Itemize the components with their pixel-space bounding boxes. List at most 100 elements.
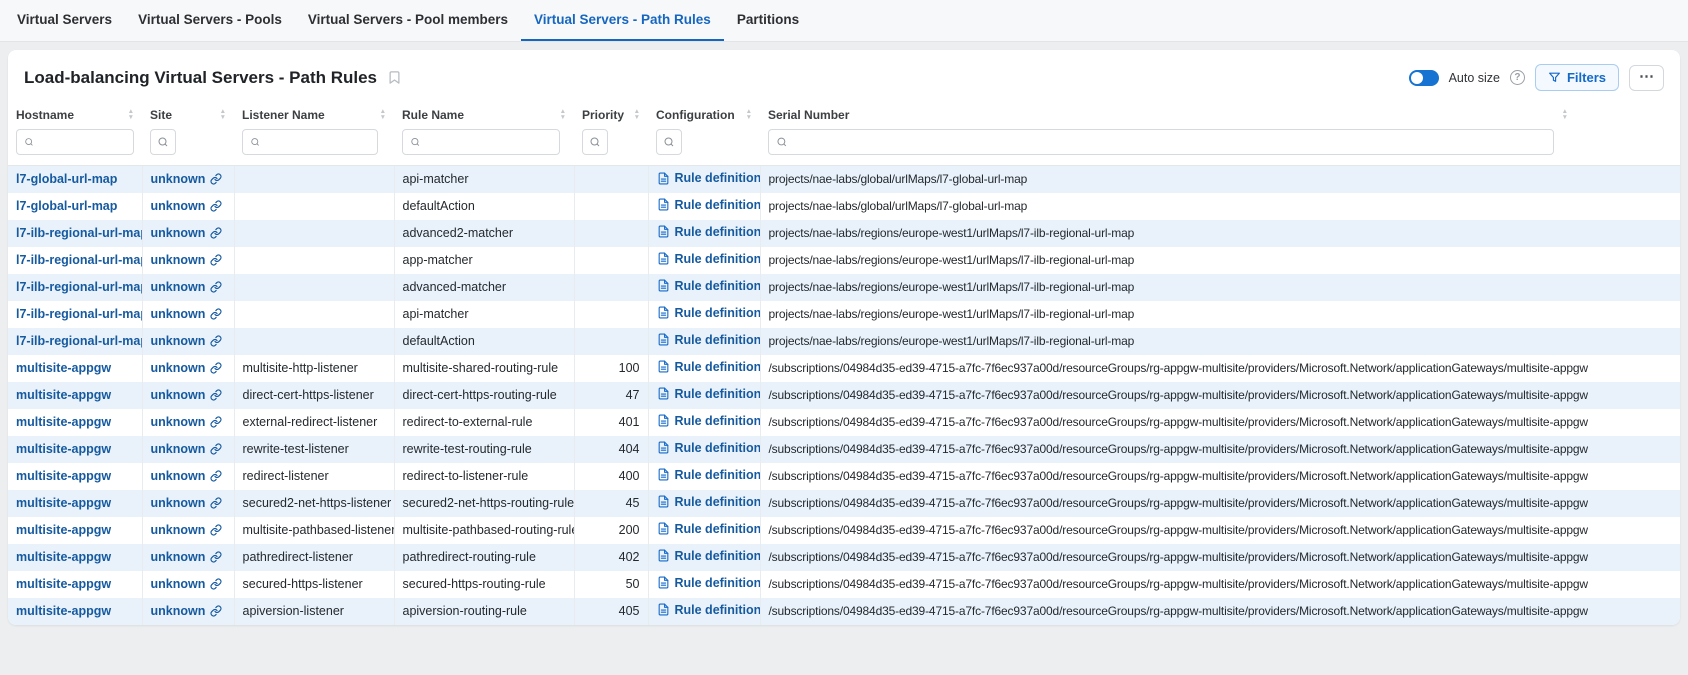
rule-definition-link[interactable]: Rule definition bbox=[657, 387, 761, 401]
hostname-filter[interactable] bbox=[16, 129, 134, 155]
hostname-link[interactable]: l7-ilb-regional-url-map bbox=[16, 280, 142, 294]
rule-definition-label: Rule definition bbox=[675, 414, 761, 428]
search-icon bbox=[410, 136, 421, 148]
tab-virtual-servers[interactable]: Virtual Servers bbox=[4, 0, 125, 41]
serial-number-filter-input[interactable] bbox=[793, 134, 1546, 150]
site-cell: unknown bbox=[142, 409, 234, 436]
sort-icon[interactable]: ▲▼ bbox=[746, 109, 752, 121]
rule-definition-link[interactable]: Rule definition bbox=[657, 252, 761, 266]
site-link[interactable]: unknown bbox=[151, 226, 223, 240]
hostname-link[interactable]: multisite-appgw bbox=[16, 361, 111, 375]
site-link[interactable]: unknown bbox=[151, 550, 223, 564]
site-link[interactable]: unknown bbox=[151, 361, 223, 375]
hostname-link[interactable]: multisite-appgw bbox=[16, 523, 111, 537]
site-cell: unknown bbox=[142, 436, 234, 463]
site-link[interactable]: unknown bbox=[151, 253, 223, 267]
tab-partitions[interactable]: Partitions bbox=[724, 0, 812, 41]
site-link[interactable]: unknown bbox=[151, 334, 223, 348]
hostname-link[interactable]: l7-ilb-regional-url-map bbox=[16, 253, 142, 267]
column-header-site[interactable]: Site ▲▼ bbox=[142, 101, 234, 124]
bookmark-icon[interactable] bbox=[387, 70, 402, 85]
site-link[interactable]: unknown bbox=[151, 496, 223, 510]
hostname-link[interactable]: multisite-appgw bbox=[16, 442, 111, 456]
rule-definition-link[interactable]: Rule definition bbox=[657, 198, 761, 212]
rule-definition-link[interactable]: Rule definition bbox=[657, 441, 761, 455]
hostname-cell: multisite-appgw bbox=[8, 382, 142, 409]
rule-definition-link[interactable]: Rule definition bbox=[657, 360, 761, 374]
hostname-link[interactable]: l7-global-url-map bbox=[16, 172, 117, 186]
sort-icon[interactable]: ▲▼ bbox=[380, 109, 386, 121]
rule-definition-link[interactable]: Rule definition bbox=[657, 333, 761, 347]
configuration-cell: Rule definition bbox=[648, 274, 760, 301]
hostname-filter-input[interactable] bbox=[39, 134, 126, 150]
sort-icon[interactable]: ▲▼ bbox=[220, 109, 226, 121]
tab-virtual-servers-pool-members[interactable]: Virtual Servers - Pool members bbox=[295, 0, 521, 41]
rule-definition-link[interactable]: Rule definition bbox=[657, 225, 761, 239]
site-link[interactable]: unknown bbox=[151, 307, 223, 321]
hostname-link[interactable]: l7-global-url-map bbox=[16, 199, 117, 213]
column-header-listener-name[interactable]: Listener Name ▲▼ bbox=[234, 101, 394, 124]
sort-icon[interactable]: ▲▼ bbox=[634, 109, 640, 121]
sort-icon[interactable]: ▲▼ bbox=[560, 109, 566, 121]
hostname-link[interactable]: l7-ilb-regional-url-map bbox=[16, 334, 142, 348]
site-link[interactable]: unknown bbox=[151, 577, 223, 591]
column-header-configuration[interactable]: Configuration ▲▼ bbox=[648, 101, 760, 124]
hostname-cell: multisite-appgw bbox=[8, 490, 142, 517]
tab-virtual-servers-pools[interactable]: Virtual Servers - Pools bbox=[125, 0, 295, 41]
serial-number-filter[interactable] bbox=[768, 129, 1554, 155]
site-link[interactable]: unknown bbox=[151, 604, 223, 618]
rule-definition-link[interactable]: Rule definition bbox=[657, 549, 761, 563]
document-icon bbox=[657, 549, 670, 562]
rule-definition-link[interactable]: Rule definition bbox=[657, 495, 761, 509]
site-link[interactable]: unknown bbox=[151, 280, 223, 294]
listener-name-cell bbox=[234, 274, 394, 301]
hostname-link[interactable]: multisite-appgw bbox=[16, 388, 111, 402]
site-link[interactable]: unknown bbox=[151, 469, 223, 483]
site-link[interactable]: unknown bbox=[151, 523, 223, 537]
hostname-link[interactable]: multisite-appgw bbox=[16, 604, 111, 618]
site-link[interactable]: unknown bbox=[151, 199, 223, 213]
rule-definition-link[interactable]: Rule definition bbox=[657, 414, 761, 428]
hostname-link[interactable]: multisite-appgw bbox=[16, 577, 111, 591]
site-link[interactable]: unknown bbox=[151, 442, 223, 456]
rule-definition-link[interactable]: Rule definition bbox=[657, 279, 761, 293]
rule-definition-link[interactable]: Rule definition bbox=[657, 306, 761, 320]
filters-button[interactable]: Filters bbox=[1535, 64, 1619, 91]
link-icon bbox=[210, 389, 222, 401]
site-label: unknown bbox=[151, 469, 206, 483]
column-header-rule-name[interactable]: Rule Name ▲▼ bbox=[394, 101, 574, 124]
listener-name-filter-input[interactable] bbox=[265, 134, 370, 150]
hostname-link[interactable]: multisite-appgw bbox=[16, 415, 111, 429]
rule-definition-link[interactable]: Rule definition bbox=[657, 468, 761, 482]
sort-icon[interactable]: ▲▼ bbox=[128, 109, 134, 121]
hostname-link[interactable]: multisite-appgw bbox=[16, 550, 111, 564]
priority-filter[interactable] bbox=[582, 129, 608, 155]
rule-definition-link[interactable]: Rule definition bbox=[657, 522, 761, 536]
column-header-hostname[interactable]: Hostname ▲▼ bbox=[8, 101, 142, 124]
hostname-link[interactable]: multisite-appgw bbox=[16, 496, 111, 510]
hostname-link[interactable]: l7-ilb-regional-url-map bbox=[16, 307, 142, 321]
hostname-link[interactable]: multisite-appgw bbox=[16, 469, 111, 483]
site-link[interactable]: unknown bbox=[151, 172, 223, 186]
site-filter[interactable] bbox=[150, 129, 176, 155]
rule-definition-link[interactable]: Rule definition bbox=[657, 576, 761, 590]
rule-name-filter-input[interactable] bbox=[426, 134, 552, 150]
auto-size-toggle[interactable] bbox=[1409, 70, 1439, 86]
sort-icon[interactable]: ▲▼ bbox=[1562, 109, 1568, 121]
column-header-serial-number[interactable]: Serial Number ▲▼ bbox=[760, 101, 1680, 124]
listener-name-filter[interactable] bbox=[242, 129, 378, 155]
site-link[interactable]: unknown bbox=[151, 415, 223, 429]
column-header-priority[interactable]: Priority ▲▼ bbox=[574, 101, 648, 124]
configuration-filter[interactable] bbox=[656, 129, 682, 155]
hostname-link[interactable]: l7-ilb-regional-url-map bbox=[16, 226, 142, 240]
tab-virtual-servers-path-rules[interactable]: Virtual Servers - Path Rules bbox=[521, 0, 724, 41]
rule-definition-link[interactable]: Rule definition bbox=[657, 603, 761, 617]
configuration-cell: Rule definition bbox=[648, 220, 760, 247]
rule-definition-link[interactable]: Rule definition bbox=[657, 171, 761, 185]
help-icon[interactable]: ? bbox=[1510, 70, 1525, 85]
rule-name-filter[interactable] bbox=[402, 129, 560, 155]
listener-name-cell: redirect-listener bbox=[234, 463, 394, 490]
more-button[interactable]: ⋯ bbox=[1629, 65, 1664, 91]
site-link[interactable]: unknown bbox=[151, 388, 223, 402]
site-label: unknown bbox=[151, 253, 206, 267]
